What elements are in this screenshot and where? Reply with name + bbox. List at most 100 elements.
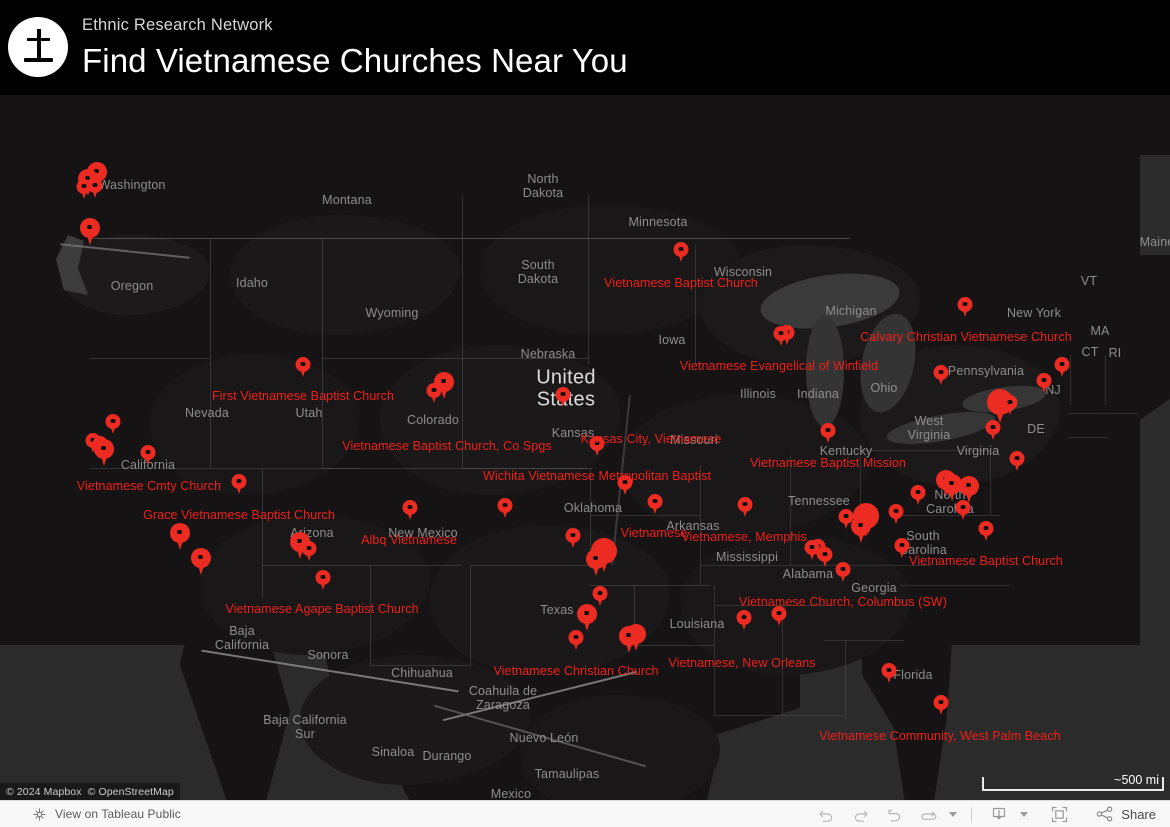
map-pin[interactable] [1054,357,1070,378]
place-label: CT [1081,345,1099,359]
map-pin[interactable] [881,663,897,684]
download-dropdown[interactable] [1016,801,1032,827]
tableau-public-link[interactable]: View on Tableau Public [0,807,181,822]
map-pin[interactable] [426,383,442,404]
tableau-logo-icon [32,807,47,822]
state-border [470,565,471,665]
church-map-label[interactable]: Vietnamese Baptist Church [604,276,758,290]
place-label: Pennsylvania [947,364,1025,378]
map-pin[interactable] [835,562,851,583]
church-map-label[interactable]: Vietnamese Baptist Church [909,554,1063,568]
church-map-label[interactable]: Calvary Christian Vietnamese Church [860,330,1072,344]
map-scale-label: ~500 mi [1114,773,1159,787]
church-map-label[interactable]: Vietnamese Cmty Church [77,479,221,493]
toolbar-divider [971,806,973,822]
map-pin[interactable] [933,695,949,716]
church-map-label[interactable]: Wichita Vietnamese Metropolitan Baptist [483,469,711,483]
map-pin[interactable] [577,604,597,631]
place-label: Chihuahua [391,666,453,680]
tableau-viz-page: Ethnic Research Network Find Vietnamese … [0,0,1170,827]
map-pin[interactable] [959,476,979,503]
place-label: Baja California Sur [263,713,347,741]
map-pin[interactable] [1009,451,1025,472]
map-pin[interactable] [978,521,994,542]
refresh-button[interactable] [911,801,945,827]
church-map-label[interactable]: Vietnamese Baptist Mission [750,456,906,470]
attribution-osm[interactable]: © OpenStreetMap [88,786,174,798]
map-pin[interactable] [170,523,190,550]
map-container[interactable]: Washington Montana North Dakota Minnesota Ore… [0,95,1170,800]
map-pin[interactable] [647,494,663,515]
map-pin[interactable] [771,606,787,627]
map-pin[interactable] [568,630,584,651]
map-pin[interactable] [87,178,103,199]
map-pin[interactable] [673,242,689,263]
fullscreen-button[interactable] [1042,801,1076,827]
map-pin[interactable] [737,497,753,518]
cross-on-book-icon [8,16,68,77]
map-pin[interactable] [1036,373,1052,394]
revert-button[interactable] [877,801,911,827]
map-pin[interactable] [820,423,836,444]
church-map-label[interactable]: Kansas City, Vietnamese [581,432,722,446]
church-map-label[interactable]: Vietnamese [621,526,688,540]
church-map-label[interactable]: Vietnamese, New Orleans [668,656,815,670]
map-pin[interactable] [497,498,513,519]
map-pin[interactable] [80,218,100,245]
church-map-label[interactable]: Vietnamese Evangelical of Winfield [680,359,878,373]
church-map-label[interactable]: First Vietnamese Baptist Church [212,389,394,403]
map-attribution[interactable]: © 2024 Mapbox © OpenStreetMap [0,783,180,800]
download-button[interactable] [982,801,1016,827]
map-pin[interactable] [619,626,639,653]
map-pin[interactable] [565,528,581,549]
map-pin[interactable] [555,387,571,408]
place-label: Nuevo León [509,731,579,745]
church-map-label[interactable]: Vietnamese Community, West Palm Beach [819,729,1060,743]
map-pin[interactable] [1002,395,1018,416]
place-label: Idaho [235,276,269,290]
map-pin[interactable] [851,516,871,543]
redo-button[interactable] [843,801,877,827]
pause-dropdown[interactable] [945,801,961,827]
map-pin[interactable] [894,538,910,559]
map-pin[interactable] [140,445,156,466]
place-label: South Dakota [517,258,559,286]
church-map-label[interactable]: Grace Vietnamese Baptist Church [143,508,335,522]
map-pin[interactable] [231,474,247,495]
map-pin[interactable] [94,439,114,466]
church-map-label[interactable]: Albq Vietnamese [361,533,457,547]
map-pin[interactable] [957,297,973,318]
place-label: Illinois [740,387,776,401]
map-pin[interactable] [191,548,211,575]
place-label: MA [1090,324,1110,338]
page-title: Find Vietnamese Churches Near You [82,42,628,80]
church-map-label[interactable]: Vietnamese Christian Church [493,664,658,678]
church-map-label[interactable]: Vietnamese Agape Baptist Church [225,602,418,616]
map-pin[interactable] [301,541,317,562]
map-pin[interactable] [295,357,311,378]
attribution-mapbox[interactable]: © 2024 Mapbox [6,786,82,798]
church-map-label[interactable]: Vietnamese, Memphis [681,530,806,544]
share-button[interactable]: Share [1090,806,1156,822]
state-border [845,640,846,720]
map-pin[interactable] [586,549,606,576]
church-map-label[interactable]: Vietnamese Baptist Church, Co Spgs [342,439,552,453]
share-nodes-icon [1096,806,1114,822]
map-pin[interactable] [773,326,789,347]
map-pin[interactable] [955,500,971,521]
map-pin[interactable] [910,485,926,506]
map-pin[interactable] [105,414,121,435]
map-pin[interactable] [933,365,949,386]
place-label: Tennessee [788,494,850,508]
map-pin[interactable] [402,500,418,521]
map-canvas[interactable]: Washington Montana North Dakota Minnesota Ore… [0,95,1170,800]
church-map-label[interactable]: Vietnamese Church, Columbus (SW) [739,595,947,609]
map-pin[interactable] [315,570,331,591]
map-pin[interactable] [888,504,904,525]
state-border [634,645,714,646]
map-pin[interactable] [817,547,833,568]
map-pin[interactable] [985,420,1001,441]
undo-button[interactable] [809,801,843,827]
terrain-texture [520,695,720,800]
map-pin[interactable] [736,610,752,631]
